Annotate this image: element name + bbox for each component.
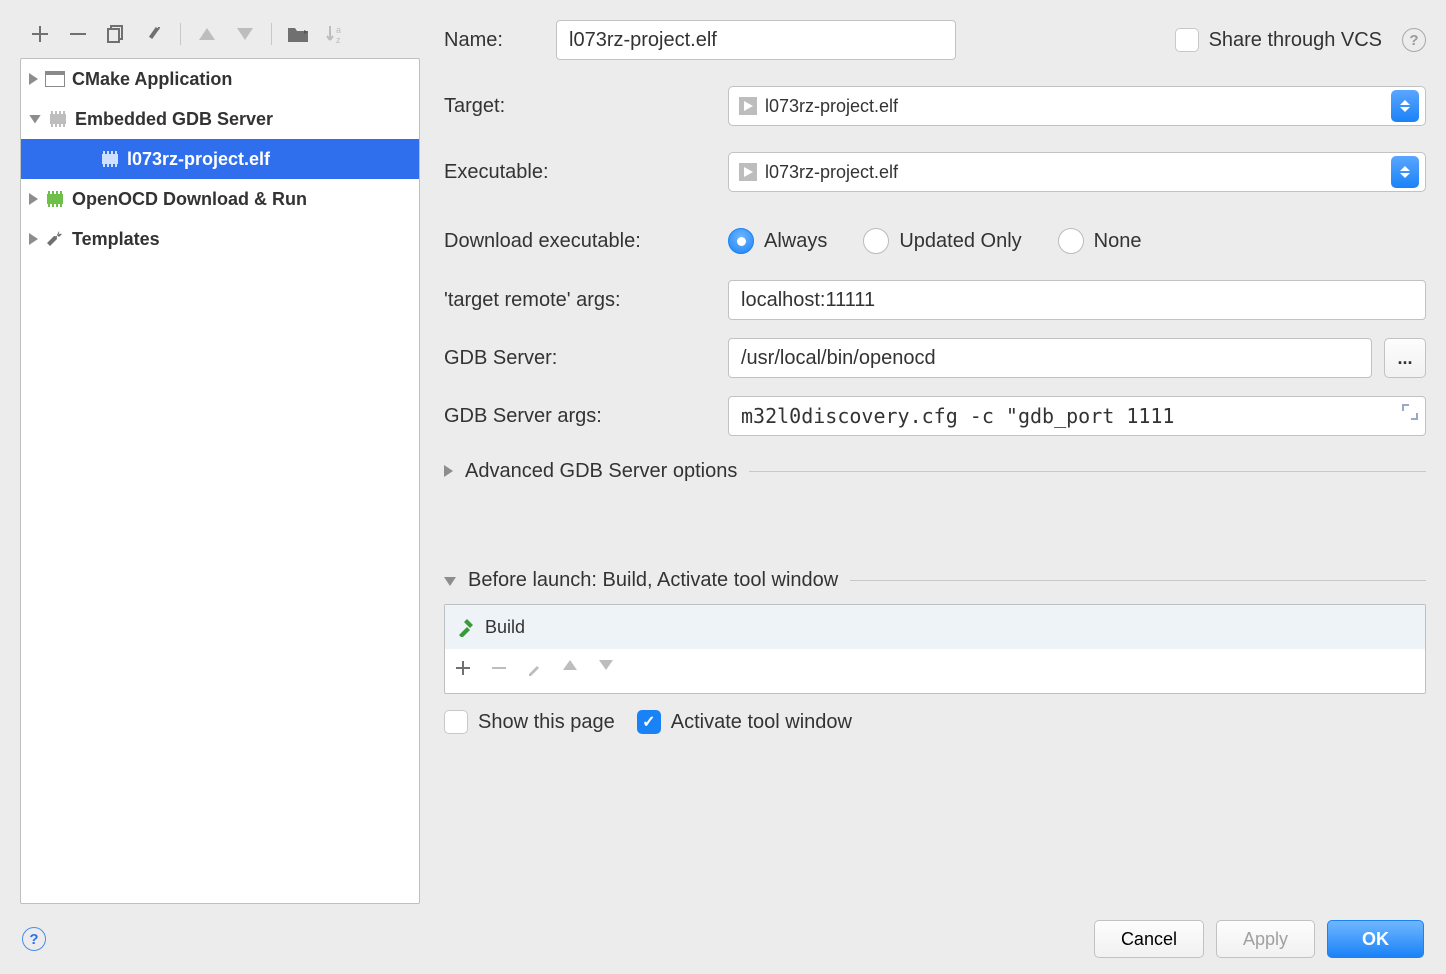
help-icon[interactable]: ? (22, 927, 46, 951)
edit-templates-icon[interactable] (142, 22, 166, 46)
add-task-icon[interactable] (455, 660, 477, 682)
radio-icon (728, 228, 754, 254)
list-item-label: Build (485, 617, 525, 638)
list-item-build[interactable]: Build (445, 605, 1425, 649)
move-down-icon[interactable] (233, 22, 257, 46)
dialog-footer: ? Cancel Apply OK (0, 904, 1446, 974)
before-launch-toolbar (445, 649, 1425, 693)
edit-task-icon[interactable] (527, 660, 549, 682)
chip-icon (99, 149, 121, 169)
move-up-icon[interactable] (563, 660, 585, 682)
radio-icon (863, 228, 889, 254)
tree-item-cmake[interactable]: CMake Application (21, 59, 419, 99)
tree-item-templates[interactable]: Templates (21, 219, 419, 259)
remote-args-field[interactable] (728, 280, 1426, 320)
chip-green-icon (44, 189, 66, 209)
config-tree[interactable]: CMake Application Embedded GDB Server l0… (20, 58, 420, 904)
chevron-down-icon[interactable] (444, 570, 456, 591)
tree-item-label: Embedded GDB Server (75, 109, 273, 130)
tree-item-label: l073rz-project.elf (127, 149, 270, 170)
before-launch-list: Build (444, 604, 1426, 694)
chevron-right-icon (29, 193, 38, 205)
move-up-icon[interactable] (195, 22, 219, 46)
executable-label: Executable: (444, 161, 716, 184)
copy-config-icon[interactable] (104, 22, 128, 46)
show-page-checkbox[interactable]: Show this page (444, 710, 615, 734)
name-field[interactable] (556, 20, 956, 60)
browse-button[interactable]: ... (1384, 338, 1426, 378)
divider (850, 580, 1426, 581)
help-icon[interactable]: ? (1402, 28, 1426, 52)
chip-icon (47, 109, 69, 129)
remote-label: 'target remote' args: (444, 289, 716, 312)
checkbox-icon (1175, 28, 1199, 52)
target-icon (739, 97, 757, 115)
chevron-right-icon (29, 233, 38, 245)
chevron-right-icon[interactable] (444, 461, 453, 482)
sort-az-icon[interactable]: az (324, 22, 348, 46)
add-config-icon[interactable] (28, 22, 52, 46)
cancel-button[interactable]: Cancel (1094, 920, 1204, 958)
svg-text:z: z (336, 35, 341, 44)
target-icon (739, 163, 757, 181)
dropdown-handle-icon (1391, 90, 1419, 122)
target-label: Target: (444, 95, 716, 118)
divider (749, 471, 1426, 472)
tree-item-label: CMake Application (72, 69, 232, 90)
chevron-right-icon (29, 73, 38, 85)
tree-item-label: OpenOCD Download & Run (72, 189, 307, 210)
checkbox-icon (444, 710, 468, 734)
share-vcs-label: Share through VCS (1209, 29, 1382, 52)
tree-item-label: Templates (72, 229, 160, 250)
gdb-args-field[interactable] (728, 396, 1426, 436)
radio-always[interactable]: Always (728, 228, 827, 254)
tree-item-gdb[interactable]: Embedded GDB Server (21, 99, 419, 139)
apply-button[interactable]: Apply (1216, 920, 1315, 958)
app-icon (44, 69, 66, 89)
expand-icon[interactable] (1402, 404, 1418, 420)
tree-item-elf[interactable]: l073rz-project.elf (21, 139, 419, 179)
move-down-icon[interactable] (599, 660, 621, 682)
target-value: l073rz-project.elf (765, 96, 898, 117)
svg-text:a: a (336, 25, 341, 35)
download-label: Download executable: (444, 230, 716, 253)
target-dropdown[interactable]: l073rz-project.elf (728, 86, 1426, 126)
gdb-server-label: GDB Server: (444, 347, 716, 370)
wrench-icon (44, 229, 66, 249)
remove-task-icon[interactable] (491, 660, 513, 682)
advanced-section-title[interactable]: Advanced GDB Server options (465, 460, 737, 483)
executable-dropdown[interactable]: l073rz-project.elf (728, 152, 1426, 192)
sidebar-toolbar: az (20, 18, 420, 58)
hammer-icon (455, 617, 475, 637)
share-vcs-checkbox[interactable]: Share through VCS (1175, 28, 1382, 52)
ok-button[interactable]: OK (1327, 920, 1424, 958)
radio-none[interactable]: None (1058, 228, 1142, 254)
radio-updated[interactable]: Updated Only (863, 228, 1021, 254)
tree-item-openocd[interactable]: OpenOCD Download & Run (21, 179, 419, 219)
checkbox-checked-icon (637, 710, 661, 734)
gdb-args-label: GDB Server args: (444, 405, 716, 428)
before-launch-title[interactable]: Before launch: Build, Activate tool wind… (468, 569, 838, 592)
radio-icon (1058, 228, 1084, 254)
gdb-server-field[interactable] (728, 338, 1372, 378)
name-label: Name: (444, 29, 544, 52)
executable-value: l073rz-project.elf (765, 162, 898, 183)
dropdown-handle-icon (1391, 156, 1419, 188)
folder-icon[interactable] (286, 22, 310, 46)
chevron-down-icon (29, 115, 41, 124)
remove-config-icon[interactable] (66, 22, 90, 46)
activate-tool-checkbox[interactable]: Activate tool window (637, 710, 852, 734)
